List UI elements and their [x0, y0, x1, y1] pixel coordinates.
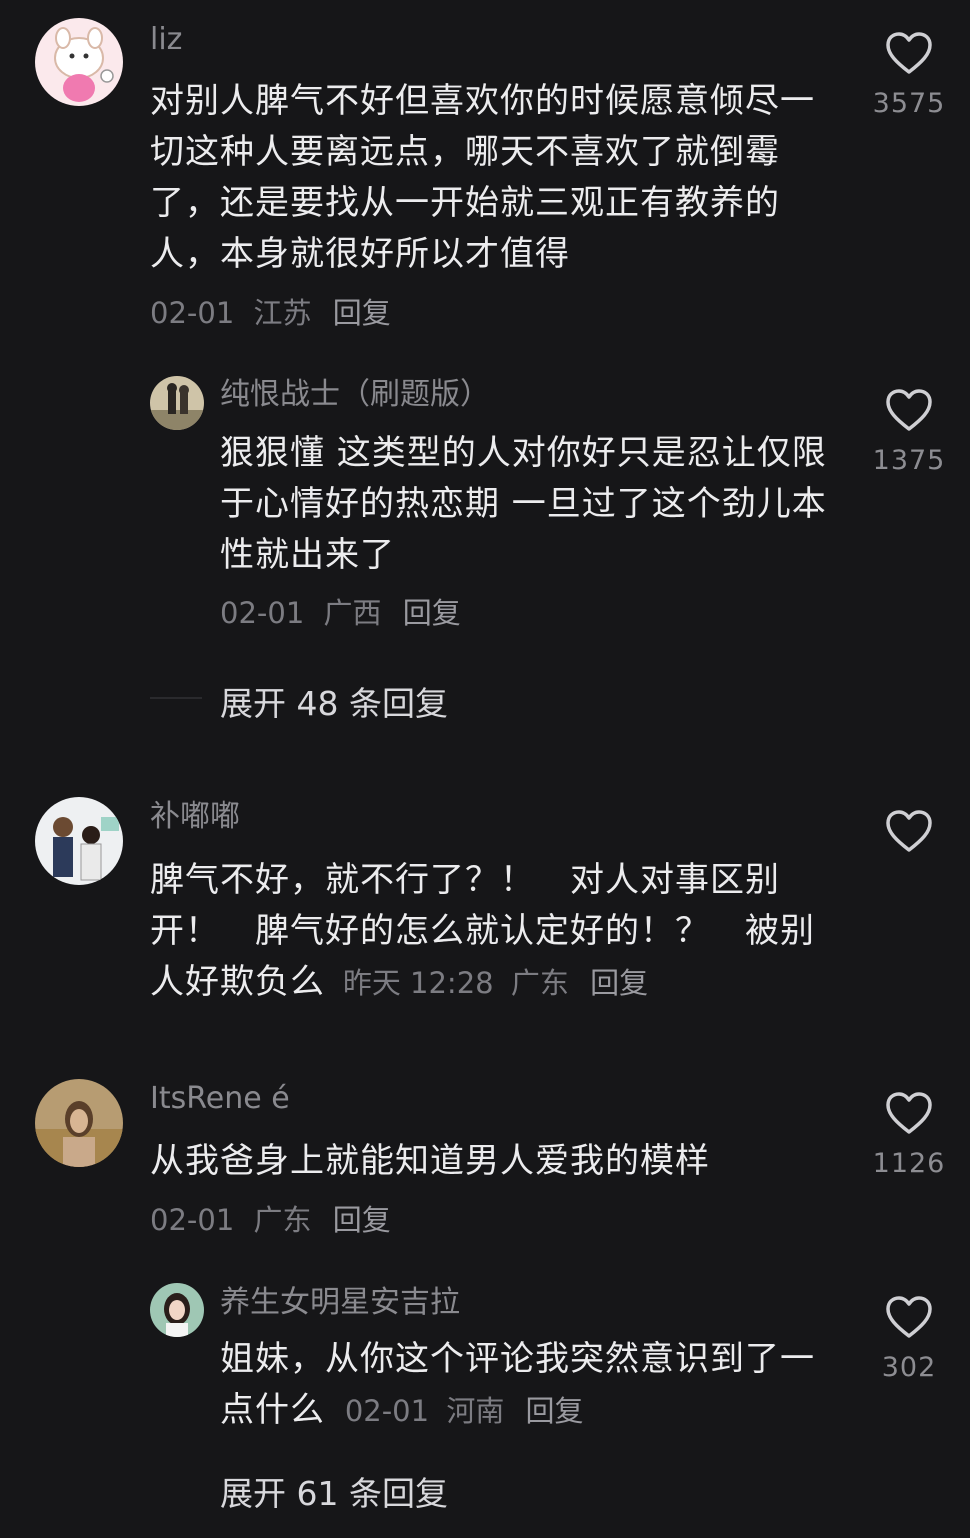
avatar[interactable]	[35, 797, 123, 885]
comment-location: 广东	[253, 1203, 312, 1237]
expand-replies-button[interactable]: 展开 48 条回复	[220, 677, 448, 725]
like-count: 1375	[872, 445, 946, 476]
reply-button[interactable]: 回复	[403, 596, 461, 630]
reply-button[interactable]: 回复	[333, 296, 391, 330]
heart-outline-icon	[886, 1092, 932, 1134]
heart-outline-icon	[886, 32, 932, 74]
reply-button[interactable]: 回复	[333, 1203, 391, 1237]
reply-button[interactable]: 回复	[526, 1394, 584, 1428]
reply-date: 02-01	[220, 596, 305, 630]
like-button[interactable]: 3575	[868, 30, 950, 119]
reply-author[interactable]: 纯恨战士（刷题版）	[220, 377, 490, 413]
reply-date: 02-01	[344, 1394, 430, 1428]
reply-location: 广西	[323, 596, 382, 630]
reply-text: 姐妹，从你这个评论我突然意识到了一点什么 02-01 河南 回复	[220, 1334, 840, 1437]
comment-location: 江苏	[253, 296, 312, 330]
like-count: 1126	[872, 1148, 946, 1179]
like-button[interactable]: 302	[868, 1294, 950, 1383]
reply-meta: 02-01 河南 回复	[345, 1394, 584, 1428]
heart-outline-icon	[886, 810, 932, 852]
reply-location: 河南	[446, 1394, 505, 1428]
avatar[interactable]	[35, 18, 123, 106]
comment-date: 02-01	[150, 296, 235, 330]
heart-outline-icon	[886, 1296, 932, 1338]
comment-author[interactable]: 补嘟嘟	[150, 799, 240, 835]
like-button[interactable]: 1375	[868, 387, 950, 476]
like-button[interactable]: 1126	[868, 1090, 950, 1179]
avatar[interactable]	[150, 1283, 204, 1337]
expand-replies-button[interactable]: 展开 61 条回复	[220, 1467, 448, 1515]
like-count: 3575	[872, 88, 946, 119]
comment-text: 从我爸身上就能知道男人爱我的模样	[150, 1141, 710, 1181]
comment-text: 对别人脾气不好但喜欢你的时候愿意倾尽一切这种人要离远点，哪天不喜欢了就倒霉了，还…	[150, 81, 815, 274]
comment-date: 昨天 12:28	[342, 966, 494, 1000]
comment-author[interactable]: ItsRene é	[150, 1081, 290, 1117]
avatar[interactable]	[35, 1079, 123, 1167]
reply-meta: 02-01 广西 回复	[220, 595, 461, 631]
heart-outline-icon	[886, 389, 932, 431]
comment-meta: 02-01 广东 回复	[150, 1202, 391, 1238]
like-count: 302	[881, 1352, 937, 1383]
reply-button[interactable]: 回复	[590, 966, 648, 1000]
expand-divider	[150, 697, 202, 699]
comment-location: 广东	[510, 966, 569, 1000]
comment-author[interactable]: liz	[150, 22, 182, 58]
comment-meta: 02-01 江苏 回复	[150, 295, 391, 331]
like-button[interactable]	[868, 808, 950, 866]
comment-date: 02-01	[150, 1203, 235, 1237]
avatar[interactable]	[150, 376, 204, 430]
comment-text: 脾气不好，就不行了？！ 对人对事区别开！ 脾气好的怎么就认定好的！？ 被别人好欺…	[150, 855, 840, 1009]
reply-text: 狠狠懂 这类型的人对你好只是忍让仅限于心情好的热恋期 一旦过了这个劲儿本性就出来…	[220, 433, 827, 575]
comment-meta: 昨天 12:28 广东 回复	[343, 966, 648, 1000]
reply-author[interactable]: 养生女明星安吉拉	[220, 1285, 460, 1321]
